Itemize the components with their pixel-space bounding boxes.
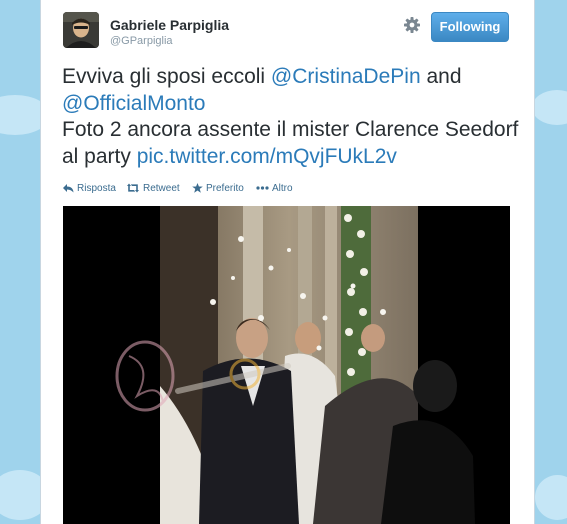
tweet-text-part: Evviva gli sposi eccoli [62,65,271,88]
reply-action[interactable]: Risposta [63,183,116,194]
following-button[interactable]: Following [431,12,509,42]
wedding-photo [63,206,510,524]
tweet-media-photo[interactable] [63,206,510,524]
pic-link[interactable]: pic.twitter.com/mQvjFUkL2v [137,145,397,168]
background-cloud [532,90,567,125]
retweet-label: Retweet [143,183,180,194]
tweet-text-part: and [420,65,462,88]
avatar[interactable] [63,12,99,48]
tweet-text: Evviva gli sposi eccoli @CristinaDePin a… [62,64,522,170]
ellipsis-icon [256,186,269,190]
star-icon [192,183,203,193]
reply-icon [63,184,74,193]
tweet-card: Gabriele Parpiglia @GParpiglia Following… [40,0,535,524]
reply-label: Risposta [77,183,116,194]
more-action[interactable]: Altro [256,183,293,194]
mention-link-cristinadepin[interactable]: @CristinaDePin [271,65,421,88]
more-label: Altro [272,183,293,194]
mention-link-officialmonto[interactable]: @OfficialMonto [62,92,205,115]
author-handle[interactable]: @GParpiglia [110,35,173,47]
author-name[interactable]: Gabriele Parpiglia [110,17,229,33]
favorite-action[interactable]: Preferito [192,183,244,194]
favorite-label: Preferito [206,183,244,194]
retweet-icon [127,183,139,193]
retweet-action[interactable]: Retweet [126,183,180,194]
background-cloud [535,475,567,520]
gear-icon[interactable] [403,16,421,34]
